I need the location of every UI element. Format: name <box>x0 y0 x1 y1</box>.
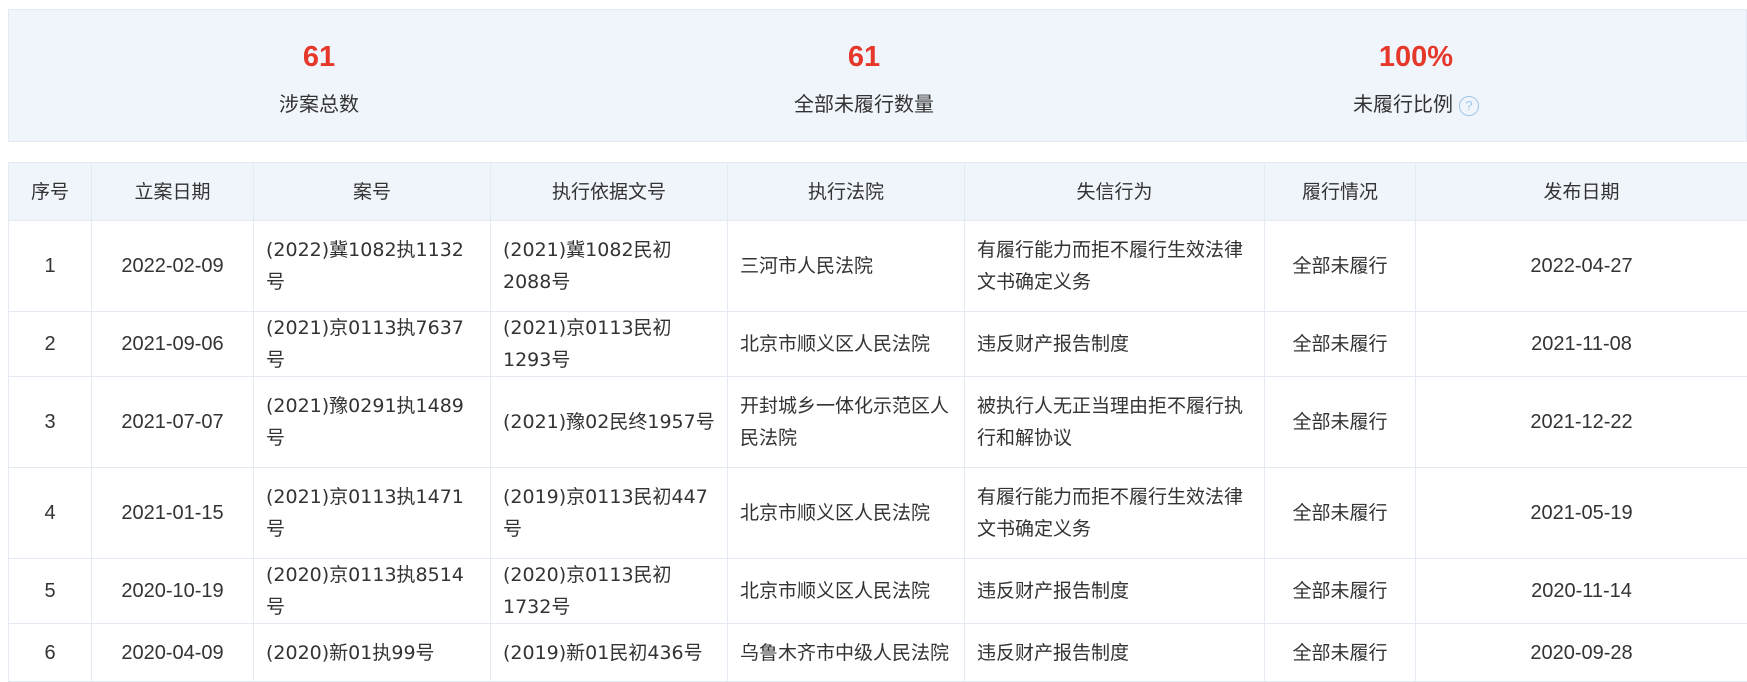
cell-basis-doc-number: (2021)豫02民终1957号 <box>491 377 728 468</box>
cell-court: 北京市顺义区人民法院 <box>728 559 965 624</box>
cell-court: 开封城乡一体化示范区人民法院 <box>728 377 965 468</box>
cell-fulfillment: 全部未履行 <box>1265 559 1416 624</box>
header-dishonest-behavior: 失信行为 <box>965 163 1265 221</box>
cell-basis-doc-number: (2020)京0113民初1732号 <box>491 559 728 624</box>
cell-publish-date: 2021-05-19 <box>1416 468 1747 559</box>
table-row: 2 2021-09-06 (2021)京0113执7637号 (2021)京01… <box>9 312 1747 377</box>
cell-publish-date: 2022-04-27 <box>1416 221 1747 312</box>
header-index: 序号 <box>9 163 92 221</box>
cell-fulfillment: 全部未履行 <box>1265 377 1416 468</box>
cell-index: 5 <box>9 559 92 624</box>
cell-case-number: (2021)京0113执7637号 <box>254 312 491 377</box>
summary-panel: 61 涉案总数 61 全部未履行数量 100% 未履行比例? <box>8 9 1747 142</box>
cell-basis-doc-number: (2019)京0113民初447号 <box>491 468 728 559</box>
cell-filing-date: 2022-02-09 <box>92 221 254 312</box>
dishonest-records-table: 序号 立案日期 案号 执行依据文号 执行法院 失信行为 履行情况 发布日期 1 … <box>8 162 1747 682</box>
cell-dishonest-behavior: 有履行能力而拒不履行生效法律文书确定义务 <box>965 221 1265 312</box>
cell-case-number: (2020)京0113执8514号 <box>254 559 491 624</box>
stat-total-label: 涉案总数 <box>79 90 559 118</box>
table-header-row: 序号 立案日期 案号 执行依据文号 执行法院 失信行为 履行情况 发布日期 <box>9 163 1747 221</box>
stat-total-value: 61 <box>79 40 559 74</box>
cell-index: 4 <box>9 468 92 559</box>
stat-ratio-label: 未履行比例 <box>1353 92 1453 116</box>
cell-publish-date: 2021-12-22 <box>1416 377 1747 468</box>
stat-ratio-label-wrap: 未履行比例? <box>1176 90 1656 118</box>
cell-court: 北京市顺义区人民法院 <box>728 312 965 377</box>
header-case-number: 案号 <box>254 163 491 221</box>
table-row: 5 2020-10-19 (2020)京0113执8514号 (2020)京01… <box>9 559 1747 624</box>
cell-filing-date: 2021-01-15 <box>92 468 254 559</box>
cell-dishonest-behavior: 被执行人无正当理由拒不履行执行和解协议 <box>965 377 1265 468</box>
header-fulfillment: 履行情况 <box>1265 163 1416 221</box>
cell-index: 1 <box>9 221 92 312</box>
table-row: 3 2021-07-07 (2021)豫0291执1489号 (2021)豫02… <box>9 377 1747 468</box>
header-court: 执行法院 <box>728 163 965 221</box>
cell-filing-date: 2021-07-07 <box>92 377 254 468</box>
cell-basis-doc-number: (2021)京0113民初1293号 <box>491 312 728 377</box>
cell-case-number: (2021)豫0291执1489号 <box>254 377 491 468</box>
cell-index: 3 <box>9 377 92 468</box>
table-row: 1 2022-02-09 (2022)冀1082执1132号 (2021)冀10… <box>9 221 1747 312</box>
question-circle-icon[interactable]: ? <box>1459 96 1479 116</box>
cell-court: 三河市人民法院 <box>728 221 965 312</box>
cell-publish-date: 2020-11-14 <box>1416 559 1747 624</box>
cell-filing-date: 2020-10-19 <box>92 559 254 624</box>
cell-fulfillment: 全部未履行 <box>1265 468 1416 559</box>
stat-unfulfilled-label: 全部未履行数量 <box>624 90 1104 118</box>
cell-basis-doc-number: (2021)冀1082民初2088号 <box>491 221 728 312</box>
cell-index: 2 <box>9 312 92 377</box>
cell-filing-date: 2021-09-06 <box>92 312 254 377</box>
stat-ratio-value: 100% <box>1176 40 1656 74</box>
stat-unfulfilled-value: 61 <box>624 40 1104 74</box>
table-row: 4 2021-01-15 (2021)京0113执1471号 (2019)京01… <box>9 468 1747 559</box>
header-publish-date: 发布日期 <box>1416 163 1747 221</box>
cell-fulfillment: 全部未履行 <box>1265 312 1416 377</box>
cell-court: 北京市顺义区人民法院 <box>728 468 965 559</box>
cell-case-number: (2022)冀1082执1132号 <box>254 221 491 312</box>
cell-publish-date: 2021-11-08 <box>1416 312 1747 377</box>
cell-dishonest-behavior: 有履行能力而拒不履行生效法律文书确定义务 <box>965 468 1265 559</box>
cell-fulfillment: 全部未履行 <box>1265 221 1416 312</box>
cell-dishonest-behavior: 违反财产报告制度 <box>965 312 1265 377</box>
cell-case-number: (2021)京0113执1471号 <box>254 468 491 559</box>
cell-dishonest-behavior: 违反财产报告制度 <box>965 559 1265 624</box>
header-basis-doc-number: 执行依据文号 <box>491 163 728 221</box>
header-filing-date: 立案日期 <box>92 163 254 221</box>
